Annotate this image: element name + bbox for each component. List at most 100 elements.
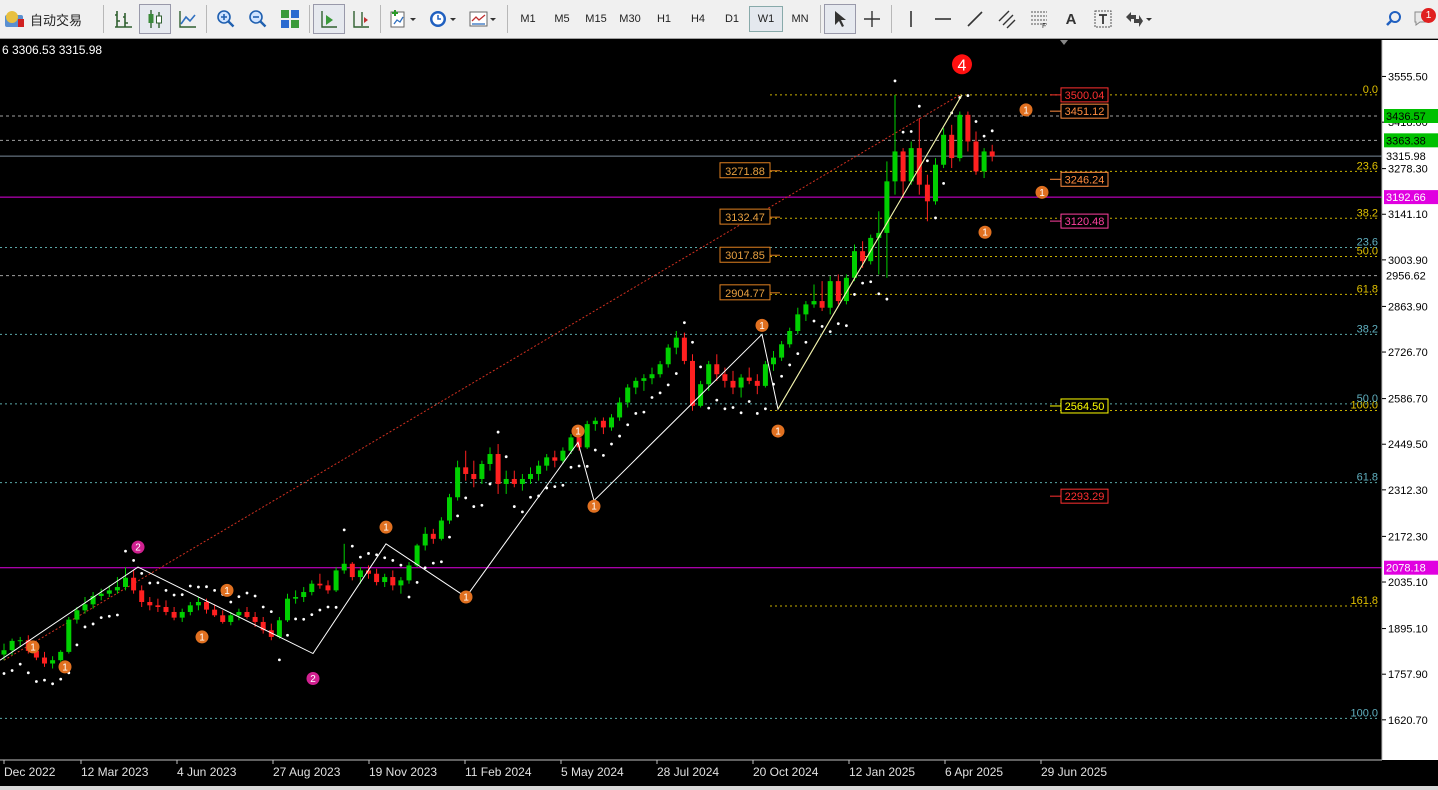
sar-dot bbox=[982, 134, 986, 138]
candle-body bbox=[924, 184, 930, 202]
bar-chart-button[interactable] bbox=[107, 4, 139, 34]
sar-dot bbox=[934, 216, 937, 220]
candle-body bbox=[58, 651, 64, 661]
sar-dot bbox=[909, 130, 913, 133]
wave-label: 1 bbox=[62, 662, 68, 673]
trendline-button[interactable] bbox=[959, 4, 991, 34]
sar-dot bbox=[634, 412, 638, 415]
sar-dot bbox=[383, 556, 387, 560]
chart-shift-button[interactable] bbox=[345, 4, 377, 34]
candle-body bbox=[228, 615, 234, 622]
sar-dot bbox=[853, 293, 856, 296]
candle-body bbox=[511, 478, 517, 484]
horizontal-line-button[interactable] bbox=[927, 4, 959, 34]
candlestick-button[interactable] bbox=[139, 4, 171, 34]
sar-dot bbox=[593, 448, 597, 452]
chart-shift-icon bbox=[353, 11, 369, 28]
autotrade-button[interactable]: 自动交易 bbox=[0, 4, 100, 34]
zoom-in-button[interactable] bbox=[210, 4, 242, 34]
separator bbox=[891, 5, 892, 33]
sar-dot bbox=[488, 482, 492, 486]
sar-dot bbox=[893, 79, 897, 83]
x-tick-label: 12 Mar 2023 bbox=[81, 765, 149, 779]
candle-body bbox=[74, 610, 80, 620]
candle-body bbox=[276, 620, 282, 637]
line-chart-button[interactable] bbox=[171, 4, 203, 34]
sar-dot bbox=[626, 423, 630, 427]
separator bbox=[103, 5, 104, 33]
price-tag-label: 2956.62 bbox=[1386, 271, 1426, 283]
candle-body bbox=[487, 454, 493, 465]
candle-body bbox=[301, 592, 307, 598]
cursor-tool-button[interactable] bbox=[824, 4, 856, 34]
timeframe-d1-button[interactable]: D1 bbox=[715, 6, 749, 32]
candle-body bbox=[981, 151, 987, 172]
line-chart-icon bbox=[179, 11, 196, 28]
wave-label: 1 bbox=[1039, 188, 1045, 199]
timeframe-m30-button[interactable]: M30 bbox=[613, 6, 647, 32]
candle-body bbox=[762, 364, 768, 386]
candle-body bbox=[892, 151, 898, 182]
sar-dot bbox=[747, 400, 751, 403]
sar-dot bbox=[140, 572, 144, 575]
candle-body bbox=[236, 611, 242, 616]
candle-body bbox=[293, 597, 299, 599]
auto-scroll-button[interactable] bbox=[313, 4, 345, 34]
sar-dot bbox=[51, 682, 54, 686]
candle-body bbox=[503, 478, 509, 484]
candle-body bbox=[989, 151, 995, 157]
candle-body bbox=[536, 465, 542, 474]
sar-dot bbox=[269, 610, 273, 614]
timeframe-mn-button[interactable]: MN bbox=[783, 6, 817, 32]
sar-dot bbox=[367, 552, 370, 555]
timeframe-h1-button[interactable]: H1 bbox=[647, 6, 681, 32]
x-tick-label: 20 Oct 2024 bbox=[753, 765, 819, 779]
chart-canvas[interactable]: 0.023.638.250.061.8100.0161.823.638.250.… bbox=[0, 40, 1438, 786]
candle-body bbox=[325, 585, 331, 591]
candle-body bbox=[187, 605, 193, 612]
candle-body bbox=[17, 640, 23, 642]
sar-dot bbox=[917, 104, 921, 108]
candle-body bbox=[382, 577, 388, 583]
candle-body bbox=[244, 611, 250, 617]
templates-button[interactable] bbox=[464, 4, 504, 34]
arrows-button[interactable] bbox=[1119, 4, 1159, 34]
timeframe-h4-button[interactable]: H4 bbox=[681, 6, 715, 32]
autotrade-label: 自动交易 bbox=[30, 13, 83, 29]
fib-level-label: 61.8 bbox=[1357, 472, 1378, 484]
candle-body bbox=[641, 378, 647, 381]
sar-dot bbox=[666, 383, 670, 387]
text-tool-button[interactable]: A bbox=[1055, 4, 1087, 34]
search-button[interactable] bbox=[1380, 4, 1408, 34]
candle-body bbox=[722, 374, 728, 381]
fibonacci-button[interactable]: F bbox=[1023, 4, 1055, 34]
tile-windows-button[interactable] bbox=[274, 4, 306, 34]
sar-dot bbox=[172, 593, 176, 597]
timeframe-m1-button[interactable]: M1 bbox=[511, 6, 545, 32]
sar-dot bbox=[707, 406, 711, 410]
timeframe-w1-button[interactable]: W1 bbox=[749, 6, 783, 32]
candle-body bbox=[430, 533, 436, 539]
text-label-button[interactable] bbox=[1087, 4, 1119, 34]
fib-level-label: 61.8 bbox=[1357, 283, 1378, 295]
price-chart[interactable]: 0.0 23.6 38.2 50.0 61.8 100.0 161.8 23.6 38.2 50.… bbox=[0, 40, 1438, 786]
x-tick-label: 29 Jun 2025 bbox=[1041, 765, 1107, 779]
periods-button[interactable] bbox=[424, 4, 464, 34]
timeframe-m5-button[interactable]: M5 bbox=[545, 6, 579, 32]
timeframe-m15-button[interactable]: M15 bbox=[579, 6, 613, 32]
sar-dot bbox=[107, 614, 111, 618]
bar-chart-icon bbox=[115, 11, 132, 28]
indicators-button[interactable] bbox=[384, 4, 424, 34]
crosshair-tool-button[interactable] bbox=[856, 4, 888, 34]
candle-body bbox=[754, 380, 760, 386]
sar-dot bbox=[812, 319, 816, 323]
vertical-line-button[interactable] bbox=[895, 4, 927, 34]
sar-dot bbox=[237, 595, 241, 599]
zoom-out-button[interactable] bbox=[242, 4, 274, 34]
wave-label: 1 bbox=[463, 593, 469, 604]
equidistant-channel-button[interactable] bbox=[991, 4, 1023, 34]
sar-dot bbox=[213, 588, 217, 592]
candle-body bbox=[82, 604, 88, 611]
notifications-button[interactable]: 1 bbox=[1408, 4, 1438, 34]
x-tick-label: 6 Apr 2025 bbox=[945, 765, 1003, 779]
